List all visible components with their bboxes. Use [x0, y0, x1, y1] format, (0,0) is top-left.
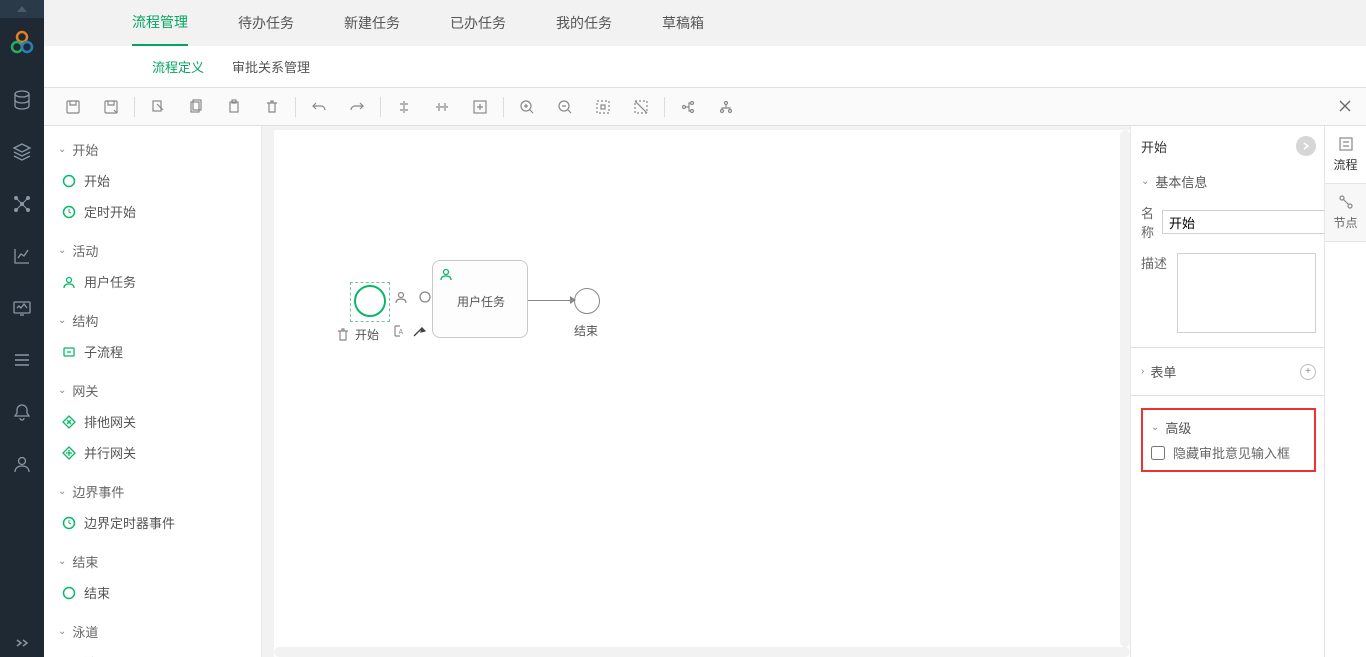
- actual-size-icon[interactable]: [622, 88, 660, 126]
- user-task-label: 用户任务: [457, 293, 505, 310]
- canvas-vscrollbar[interactable]: [1120, 130, 1130, 647]
- cut-icon[interactable]: [139, 88, 177, 126]
- palette-group-activity[interactable]: ⌄活动: [44, 235, 261, 266]
- app-logo-icon: [8, 28, 36, 56]
- vnav-collapse-top[interactable]: [0, 0, 44, 18]
- section-advanced[interactable]: ⌄高级: [1151, 418, 1306, 443]
- svg-text:A: A: [399, 329, 404, 336]
- subtab-approval-rel[interactable]: 审批关系管理: [232, 57, 310, 76]
- sub-tabs: 流程定义 审批关系管理: [44, 46, 1366, 88]
- palette-group-start[interactable]: ⌄开始: [44, 134, 261, 165]
- section-basic[interactable]: ⌄基本信息: [1141, 166, 1316, 197]
- close-icon[interactable]: [1338, 99, 1352, 116]
- palette-item-end[interactable]: 结束: [44, 577, 261, 608]
- zoom-out-icon[interactable]: [546, 88, 584, 126]
- palette-group-boundary[interactable]: ⌄边界事件: [44, 476, 261, 507]
- redo-icon[interactable]: [338, 88, 376, 126]
- tab-done[interactable]: 已办任务: [450, 0, 506, 46]
- start-node-label: 开始: [355, 326, 379, 343]
- delete-icon[interactable]: [253, 88, 291, 126]
- tree-v-icon[interactable]: [707, 88, 745, 126]
- workspace: ⌄开始 开始 定时开始 ⌄活动 用户任务 ⌄结构 子流程 ⌄网关 排他网关 并行…: [44, 126, 1366, 657]
- field-name-label: 名称: [1141, 203, 1154, 241]
- palette-group-gateway[interactable]: ⌄网关: [44, 375, 261, 406]
- end-node[interactable]: [574, 288, 600, 314]
- user-task-node[interactable]: 用户任务: [432, 260, 528, 338]
- field-desc-input[interactable]: [1177, 253, 1316, 333]
- main-area: 流程管理 待办任务 新建任务 已办任务 我的任务 草稿箱 流程定义 审批关系管理: [44, 0, 1366, 657]
- palette-item-pool[interactable]: 池: [44, 647, 261, 657]
- props-title: 开始: [1141, 137, 1167, 156]
- right-side-tabs: 流程 节点: [1324, 126, 1366, 657]
- props-collapse-icon[interactable]: [1296, 136, 1316, 156]
- palette-item-start[interactable]: 开始: [44, 165, 261, 196]
- palette-item-user-task[interactable]: 用户任务: [44, 266, 261, 297]
- copy-icon[interactable]: [177, 88, 215, 126]
- section-form[interactable]: ›表单+: [1141, 356, 1316, 387]
- context-tool-delete: [334, 326, 352, 344]
- ctx-annotation-icon[interactable]: A: [392, 324, 406, 341]
- save-icon[interactable]: [54, 88, 92, 126]
- vnav-network-icon[interactable]: [0, 178, 44, 230]
- hide-approval-checkbox[interactable]: 隐藏审批意见输入框: [1151, 443, 1306, 462]
- top-tabs: 流程管理 待办任务 新建任务 已办任务 我的任务 草稿箱: [44, 0, 1366, 46]
- palette-item-subprocess[interactable]: 子流程: [44, 336, 261, 367]
- vnav-user-icon[interactable]: [0, 438, 44, 490]
- field-desc-label: 描述: [1141, 253, 1169, 272]
- align-icon[interactable]: [385, 88, 423, 126]
- palette-group-end[interactable]: ⌄结束: [44, 546, 261, 577]
- vnav-menu-icon[interactable]: [0, 334, 44, 386]
- tab-process-mgmt[interactable]: 流程管理: [132, 0, 188, 46]
- tab-new-task[interactable]: 新建任务: [344, 0, 400, 46]
- palette-item-parallel-gateway[interactable]: 并行网关: [44, 437, 261, 468]
- ctx-trash-icon[interactable]: [334, 326, 352, 344]
- user-task-icon: [439, 267, 453, 284]
- palette-group-lane[interactable]: ⌄泳道: [44, 616, 261, 647]
- save-as-icon[interactable]: [92, 88, 130, 126]
- sequence-flow[interactable]: [528, 300, 574, 301]
- palette-item-timer-start[interactable]: 定时开始: [44, 196, 261, 227]
- vnav-layers-icon[interactable]: [0, 126, 44, 178]
- add-form-icon[interactable]: +: [1300, 364, 1316, 380]
- hide-approval-checkbox-label: 隐藏审批意见输入框: [1173, 443, 1290, 462]
- hide-approval-checkbox-input[interactable]: [1151, 446, 1165, 460]
- palette: ⌄开始 开始 定时开始 ⌄活动 用户任务 ⌄结构 子流程 ⌄网关 排他网关 并行…: [44, 126, 262, 657]
- advanced-section-highlight: ⌄高级 隐藏审批意见输入框: [1141, 408, 1316, 472]
- ctx-connect-icon[interactable]: [412, 324, 426, 341]
- vnav-bell-icon[interactable]: [0, 386, 44, 438]
- start-node[interactable]: [354, 285, 386, 317]
- zoom-in-icon[interactable]: [508, 88, 546, 126]
- tab-todo[interactable]: 待办任务: [238, 0, 294, 46]
- canvas-wrap: 开始 A 用户任务: [262, 126, 1130, 657]
- rtab-node[interactable]: 节点: [1325, 184, 1366, 242]
- vnav-chart-icon[interactable]: [0, 230, 44, 282]
- undo-icon[interactable]: [300, 88, 338, 126]
- vnav-expand-icon[interactable]: [0, 629, 44, 657]
- properties-panel: 开始 ⌄基本信息 名称 描述 ›表单+ ⌄高级: [1130, 126, 1324, 657]
- vertical-nav: [0, 0, 44, 657]
- context-tool-row2: A: [392, 324, 426, 341]
- vnav-database-icon[interactable]: [0, 74, 44, 126]
- canvas[interactable]: 开始 A 用户任务: [274, 130, 1130, 657]
- grid-add-icon[interactable]: [461, 88, 499, 126]
- toolbar: [44, 88, 1366, 126]
- canvas-hscrollbar[interactable]: [274, 647, 1130, 657]
- rtab-process[interactable]: 流程: [1325, 126, 1366, 184]
- paste-icon[interactable]: [215, 88, 253, 126]
- palette-item-boundary-timer[interactable]: 边界定时器事件: [44, 507, 261, 538]
- tab-my-task[interactable]: 我的任务: [556, 0, 612, 46]
- vnav-monitor-icon[interactable]: [0, 282, 44, 334]
- ctx-user-icon[interactable]: [392, 288, 410, 306]
- distribute-icon[interactable]: [423, 88, 461, 126]
- tree-h-icon[interactable]: [669, 88, 707, 126]
- app-root: 流程管理 待办任务 新建任务 已办任务 我的任务 草稿箱 流程定义 审批关系管理: [0, 0, 1366, 657]
- subtab-process-def[interactable]: 流程定义: [152, 57, 204, 76]
- fit-icon[interactable]: [584, 88, 622, 126]
- end-node-label: 结束: [574, 322, 598, 339]
- palette-item-exclusive-gateway[interactable]: 排他网关: [44, 406, 261, 437]
- tab-draft[interactable]: 草稿箱: [662, 0, 704, 46]
- palette-group-structure[interactable]: ⌄结构: [44, 305, 261, 336]
